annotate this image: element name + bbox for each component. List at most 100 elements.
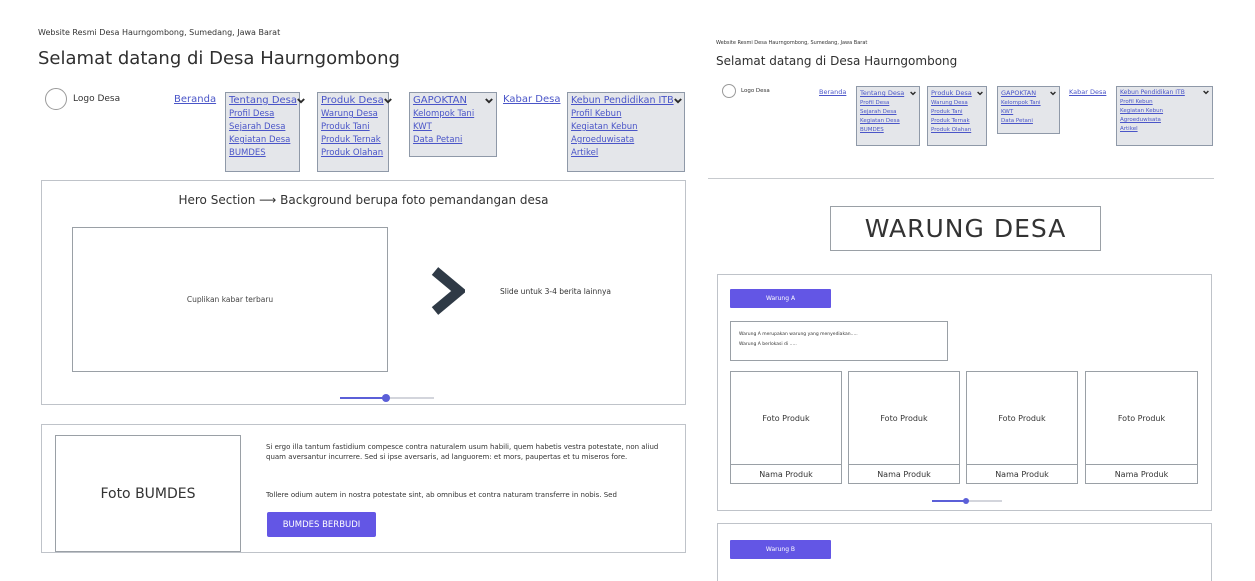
dropdown-kebun-pendidikan[interactable]: Kebun Pendidikan ITB Profil Kebun Kegiat… bbox=[1116, 86, 1213, 146]
menu-item-data-petani[interactable]: Data Petani bbox=[1001, 118, 1056, 124]
product-photo-label: Foto Produk bbox=[880, 413, 928, 423]
chevron-down-icon bbox=[383, 97, 392, 104]
dropdown-gapoktan-header[interactable]: GAPOKTAN bbox=[413, 95, 493, 106]
menu-item-profil-desa[interactable]: Profil Desa bbox=[229, 109, 296, 119]
carousel-indicator[interactable] bbox=[340, 394, 434, 402]
dropdown-gapoktan-label: GAPOKTAN bbox=[1001, 89, 1037, 97]
logo[interactable]: Logo Desa bbox=[45, 88, 120, 110]
bumdes-paragraph-1: Si ergo illa tantum fastidium compesce c… bbox=[266, 443, 659, 461]
dropdown-produk-desa-label: Produk Desa bbox=[321, 95, 384, 106]
product-photo: Foto Produk bbox=[731, 372, 841, 464]
menu-item-kegiatan-desa[interactable]: Kegiatan Desa bbox=[229, 135, 296, 145]
menu-item-kelompok-tani[interactable]: Kelompok Tani bbox=[1001, 100, 1056, 106]
nav-kabar-desa[interactable]: Kabar Desa bbox=[1069, 88, 1106, 96]
logo-label: Logo Desa bbox=[741, 88, 770, 94]
dropdown-produk-desa-label: Produk Desa bbox=[931, 89, 972, 97]
menu-item-profil-desa[interactable]: Profil Desa bbox=[860, 100, 916, 106]
dropdown-produk-desa-header[interactable]: Produk Desa bbox=[931, 89, 983, 97]
chevron-down-icon bbox=[977, 90, 983, 95]
site-subtitle: Website Resmi Desa Haurngombong, Sumedan… bbox=[716, 40, 868, 46]
menu-item-profil-kebun[interactable]: Profil Kebun bbox=[571, 109, 681, 119]
site-title: Selamat datang di Desa Haurngombong bbox=[38, 48, 400, 69]
carousel-indicator-knob[interactable] bbox=[382, 394, 391, 402]
slide-hint: Slide untuk 3-4 berita lainnya bbox=[500, 287, 612, 296]
dropdown-tentang-desa[interactable]: Tentang Desa Profil Desa Sejarah Desa Ke… bbox=[856, 86, 920, 146]
dropdown-gapoktan-label: GAPOKTAN bbox=[413, 95, 467, 106]
chevron-right-icon[interactable] bbox=[429, 267, 465, 315]
page-title: WARUNG DESA bbox=[830, 206, 1101, 251]
dropdown-gapoktan[interactable]: GAPOKTAN Kelompok Tani KWT Data Petani bbox=[997, 86, 1060, 134]
menu-item-produk-tani[interactable]: Produk Tani bbox=[321, 122, 385, 132]
dropdown-produk-desa[interactable]: Produk Desa Warung Desa Produk Tani Prod… bbox=[317, 92, 392, 172]
nav-beranda[interactable]: Beranda bbox=[174, 94, 216, 105]
dropdown-tentang-desa-header[interactable]: Tentang Desa bbox=[860, 89, 916, 97]
logo[interactable]: Logo Desa bbox=[722, 84, 770, 98]
dropdown-tentang-desa-header[interactable]: Tentang Desa bbox=[229, 95, 305, 106]
warung-a-button[interactable]: Warung A bbox=[730, 289, 831, 308]
bumdes-paragraph-2: Tollere odium autem in nostra potestate … bbox=[266, 491, 617, 499]
dropdown-gapoktan[interactable]: GAPOKTAN Kelompok Tani KWT Data Petani bbox=[409, 92, 497, 157]
menu-item-kelompok-tani[interactable]: Kelompok Tani bbox=[413, 109, 493, 119]
carousel-indicator[interactable] bbox=[932, 498, 1002, 504]
dropdown-kebun-pendidikan-label: Kebun Pendidikan ITB bbox=[1120, 89, 1185, 96]
dropdown-kebun-pendidikan-header[interactable]: Kebun Pendidikan ITB bbox=[571, 95, 682, 106]
nav-beranda[interactable]: Beranda bbox=[819, 88, 846, 96]
product-card[interactable]: Foto Produk Nama Produk bbox=[848, 371, 960, 484]
menu-item-sejarah-desa[interactable]: Sejarah Desa bbox=[229, 122, 296, 132]
warung-b-section: Warung B bbox=[717, 523, 1212, 581]
warung-a-description-line-2: Warung A berlokasi di ..... bbox=[739, 342, 797, 347]
bumdes-berbudi-button[interactable]: BUMDES BERBUDI bbox=[267, 512, 376, 537]
menu-item-kegiatan-kebun[interactable]: Kegiatan Kebun bbox=[1120, 108, 1209, 114]
menu-item-produk-tani[interactable]: Produk Tani bbox=[931, 109, 983, 115]
chevron-down-icon bbox=[485, 97, 493, 104]
menu-item-profil-kebun[interactable]: Profil Kebun bbox=[1120, 99, 1209, 105]
site-subtitle: Website Resmi Desa Haurngombong, Sumedan… bbox=[38, 28, 281, 37]
news-preview-card[interactable]: Cuplikan kabar terbaru bbox=[72, 227, 388, 372]
menu-item-artikel[interactable]: Artikel bbox=[571, 148, 681, 158]
carousel-indicator-knob[interactable] bbox=[963, 498, 970, 504]
warung-b-button[interactable]: Warung B bbox=[730, 540, 831, 559]
menu-item-produk-ternak[interactable]: Produk Ternak bbox=[321, 135, 385, 145]
dropdown-produk-desa[interactable]: Produk Desa Warung Desa Produk Tani Prod… bbox=[927, 86, 987, 146]
menu-item-bumdes[interactable]: BUMDES bbox=[229, 148, 296, 158]
page-title-text: WARUNG DESA bbox=[864, 214, 1067, 243]
product-card[interactable]: Foto Produk Nama Produk bbox=[730, 371, 842, 484]
product-card[interactable]: Foto Produk Nama Produk bbox=[966, 371, 1078, 484]
menu-item-artikel[interactable]: Artikel bbox=[1120, 126, 1209, 132]
dropdown-kebun-pendidikan-label: Kebun Pendidikan ITB bbox=[571, 95, 674, 106]
menu-item-kwt[interactable]: KWT bbox=[413, 122, 493, 132]
dropdown-tentang-desa-label: Tentang Desa bbox=[229, 95, 298, 106]
product-name-label: Nama Produk bbox=[995, 469, 1049, 479]
menu-item-sejarah-desa[interactable]: Sejarah Desa bbox=[860, 109, 916, 115]
product-photo: Foto Produk bbox=[1086, 372, 1197, 464]
menu-item-kegiatan-kebun[interactable]: Kegiatan Kebun bbox=[571, 122, 681, 132]
menu-item-produk-olahan[interactable]: Produk Olahan bbox=[321, 148, 385, 158]
menu-item-bumdes[interactable]: BUMDES bbox=[860, 127, 916, 133]
menu-item-kegiatan-desa[interactable]: Kegiatan Desa bbox=[860, 118, 916, 124]
product-name: Nama Produk bbox=[1086, 464, 1197, 483]
chevron-down-icon bbox=[910, 90, 916, 95]
dropdown-produk-desa-header[interactable]: Produk Desa bbox=[321, 95, 392, 106]
menu-item-warung-desa[interactable]: Warung Desa bbox=[321, 109, 385, 119]
menu-item-produk-olahan[interactable]: Produk Olahan bbox=[931, 127, 983, 133]
dropdown-tentang-desa[interactable]: Tentang Desa Profil Desa Sejarah Desa Ke… bbox=[225, 92, 305, 172]
homepage-frame: Website Resmi Desa Haurngombong, Sumedan… bbox=[0, 0, 700, 581]
menu-item-agroeduwisata[interactable]: Agroeduwisata bbox=[571, 135, 681, 145]
carousel-indicator-fill bbox=[932, 500, 967, 502]
menu-item-warung-desa[interactable]: Warung Desa bbox=[931, 100, 983, 106]
product-photo-label: Foto Produk bbox=[1117, 413, 1166, 423]
logo-label: Logo Desa bbox=[73, 94, 121, 104]
dropdown-kebun-pendidikan-header[interactable]: Kebun Pendidikan ITB bbox=[1120, 89, 1209, 96]
dropdown-kebun-pendidikan[interactable]: Kebun Pendidikan ITB Profil Kebun Kegiat… bbox=[567, 92, 685, 172]
menu-item-data-petani[interactable]: Data Petani bbox=[413, 135, 493, 145]
dropdown-tentang-desa-label: Tentang Desa bbox=[860, 89, 905, 97]
warung-page-frame: Website Resmi Desa Haurngombong, Sumedan… bbox=[700, 0, 1255, 581]
menu-item-kwt[interactable]: KWT bbox=[1001, 109, 1056, 115]
menu-item-agroeduwisata[interactable]: Agroeduwisata bbox=[1120, 117, 1209, 123]
nav-kabar-desa[interactable]: Kabar Desa bbox=[503, 94, 560, 105]
menu-item-produk-ternak[interactable]: Produk Ternak bbox=[931, 118, 983, 124]
chevron-down-icon bbox=[1203, 90, 1209, 95]
dropdown-gapoktan-header[interactable]: GAPOKTAN bbox=[1001, 89, 1056, 97]
hero-title: Hero Section ⟶ Background berupa foto pe… bbox=[178, 193, 549, 207]
product-card[interactable]: Foto Produk Nama Produk bbox=[1085, 371, 1198, 484]
